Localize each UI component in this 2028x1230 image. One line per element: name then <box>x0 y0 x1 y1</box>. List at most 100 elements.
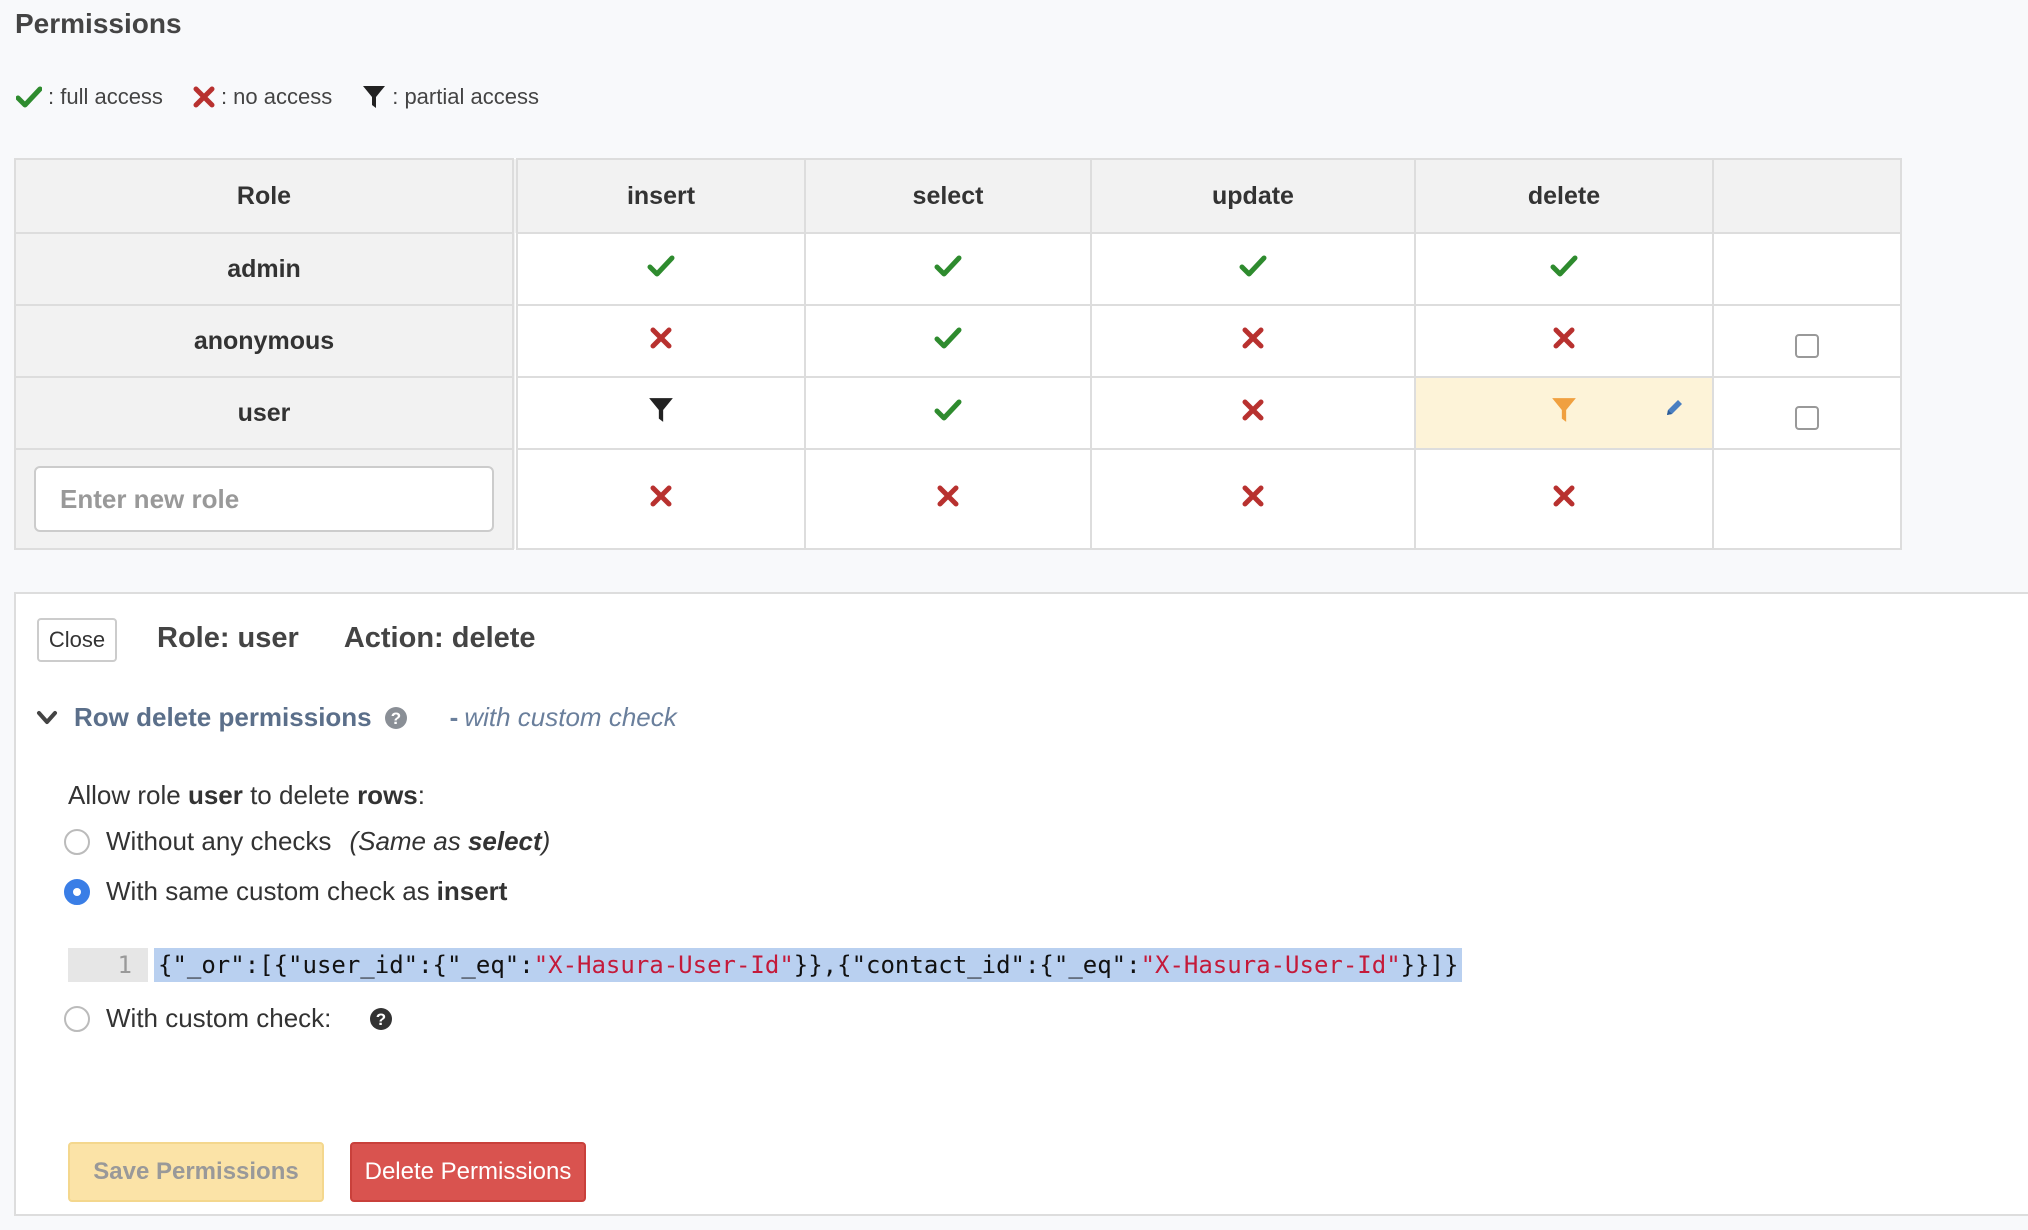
check-icon <box>1239 255 1267 276</box>
legend-label: : full access <box>48 84 163 109</box>
header-bulk <box>1712 158 1902 234</box>
cell-admin-delete[interactable] <box>1414 232 1714 306</box>
bulk-select-checkbox[interactable] <box>1795 334 1819 358</box>
filter-icon <box>363 86 386 108</box>
cell-admin-update[interactable] <box>1090 232 1416 306</box>
allow-suffix: : <box>417 780 425 810</box>
option-custom-check[interactable]: With custom check: ? <box>64 1003 393 1034</box>
header-role: Role <box>14 158 518 234</box>
access-legend: : full access : no access : partial acce… <box>16 84 569 110</box>
cross-icon <box>1553 485 1575 506</box>
cell-user-select[interactable] <box>804 376 1092 450</box>
delete-permissions-button[interactable]: Delete Permissions <box>350 1142 586 1202</box>
permission-edit-panel: Close Role: user Action: delete Row dele… <box>14 592 2028 1216</box>
row-permissions-section-header[interactable]: Row delete permissions ? - with custom ch… <box>36 702 677 733</box>
cross-icon <box>1242 485 1264 506</box>
table-row-new-role <box>14 448 1902 550</box>
new-role-input[interactable] <box>34 466 494 532</box>
new-role-cell <box>14 448 518 550</box>
check-icon <box>934 327 962 348</box>
code-string: "X-Hasura-User-Id" <box>533 951 794 979</box>
cross-icon <box>650 327 672 348</box>
role-name: admin <box>14 232 518 306</box>
permissions-table: Role insert select update delete admin a… <box>14 158 1902 550</box>
role-label: Role: user <box>157 622 299 654</box>
cell-new-bulk <box>1712 448 1902 550</box>
cell-new-select[interactable] <box>804 448 1092 550</box>
pencil-icon[interactable] <box>1664 398 1684 418</box>
option-label: Without any checks <box>106 826 332 856</box>
cross-icon <box>1553 327 1575 348</box>
table-row: admin <box>14 232 1902 306</box>
legend-no-access: : no access <box>193 84 332 110</box>
line-number: 1 <box>68 948 148 982</box>
section-note-text: with custom check <box>464 702 677 732</box>
cell-user-delete[interactable] <box>1414 376 1714 450</box>
legend-label: : partial access <box>392 84 539 109</box>
note-suffix: ) <box>541 826 551 856</box>
allow-description: Allow role user to delete rows: <box>68 780 425 811</box>
filter-icon <box>1552 397 1576 422</box>
table-header-row: Role insert select update delete <box>14 158 1902 234</box>
cross-icon <box>937 485 959 506</box>
help-icon[interactable]: ? <box>369 1007 393 1031</box>
cell-anonymous-insert[interactable] <box>514 304 806 378</box>
help-icon[interactable]: ? <box>384 706 408 730</box>
header-delete: delete <box>1414 158 1714 234</box>
header-update: update <box>1090 158 1416 234</box>
cross-icon <box>193 86 215 108</box>
legend-partial-access: : partial access <box>362 84 539 110</box>
cell-admin-bulk <box>1712 232 1902 306</box>
panel-heading: Role: user Action: delete <box>157 622 574 655</box>
header-select: select <box>804 158 1092 234</box>
section-dash: - <box>449 702 459 732</box>
cross-icon <box>1242 399 1264 420</box>
radio-custom-check[interactable] <box>64 1005 90 1032</box>
cell-admin-select[interactable] <box>804 232 1092 306</box>
code-string: "X-Hasura-User-Id" <box>1140 951 1401 979</box>
option-label-bold: insert <box>436 876 508 906</box>
svg-text:?: ? <box>390 709 400 728</box>
check-icon <box>934 399 962 420</box>
close-button[interactable]: Close <box>37 618 117 662</box>
cell-user-update[interactable] <box>1090 376 1416 450</box>
role-name: anonymous <box>14 304 518 378</box>
cell-new-delete[interactable] <box>1414 448 1714 550</box>
cell-admin-insert[interactable] <box>514 232 806 306</box>
code-token: {"_or":[{"user_id":{"_eq": <box>158 951 534 979</box>
check-icon <box>934 255 962 276</box>
page-title: Permissions <box>15 8 182 39</box>
bulk-select-checkbox[interactable] <box>1795 406 1819 430</box>
code-line[interactable]: {"_or":[{"user_id":{"_eq":"X-Hasura-User… <box>154 948 1463 982</box>
radio-same-as-insert[interactable] <box>64 878 90 905</box>
save-permissions-button[interactable]: Save Permissions <box>68 1142 324 1202</box>
section-title: Row delete permissions <box>74 702 372 732</box>
check-icon <box>16 86 42 108</box>
code-token: }},{"contact_id":{"_eq": <box>793 951 1141 979</box>
allow-prefix: Allow role <box>68 780 188 810</box>
cross-icon <box>1242 327 1264 348</box>
filter-icon <box>649 397 673 422</box>
section-status-note: - with custom check <box>450 702 677 733</box>
cell-new-update[interactable] <box>1090 448 1416 550</box>
cell-anonymous-bulk <box>1712 304 1902 378</box>
cell-anonymous-select[interactable] <box>804 304 1092 378</box>
code-editor[interactable]: 1 {"_or":[{"user_id":{"_eq":"X-Hasura-Us… <box>68 948 1463 982</box>
option-without-checks[interactable]: Without any checks (Same as select) <box>64 826 550 857</box>
option-same-as-insert[interactable]: With same custom check as insert <box>64 876 507 907</box>
cell-anonymous-delete[interactable] <box>1414 304 1714 378</box>
chevron-down-icon[interactable] <box>36 710 58 726</box>
radio-without-checks[interactable] <box>64 828 90 855</box>
allow-rows: rows <box>357 780 418 810</box>
note-prefix: (Same as <box>349 826 468 856</box>
cell-anonymous-update[interactable] <box>1090 304 1416 378</box>
check-icon <box>1550 255 1578 276</box>
option-label: With custom check: <box>106 1003 332 1033</box>
svg-text:?: ? <box>376 1010 386 1029</box>
cell-new-insert[interactable] <box>514 448 806 550</box>
legend-full-access: : full access <box>16 84 163 110</box>
cell-user-bulk <box>1712 376 1902 450</box>
note-bold: select <box>467 826 542 856</box>
check-icon <box>647 255 675 276</box>
cell-user-insert[interactable] <box>514 376 806 450</box>
